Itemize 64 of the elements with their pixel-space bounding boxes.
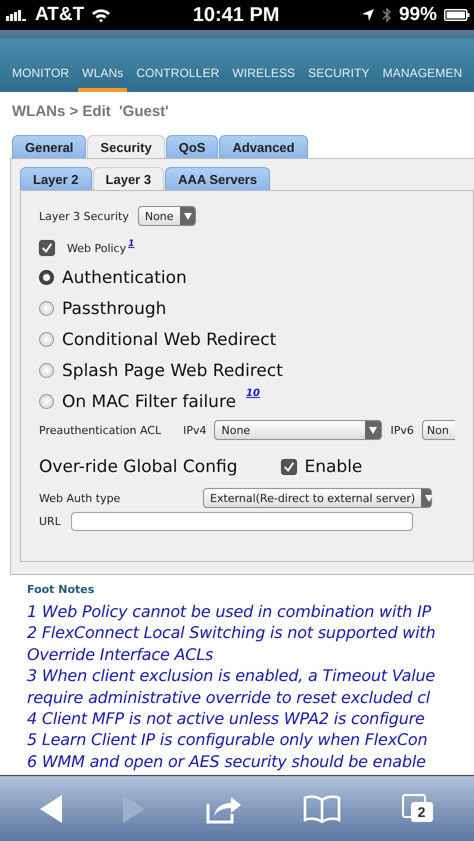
nav-tab[interactable]: CONTROLLER <box>132 66 224 92</box>
footnote-text: Override Interface ACLs <box>27 644 214 666</box>
tab[interactable]: Security <box>87 135 165 158</box>
footnote-text: 6 WMM and open or AES security should be enable <box>27 750 427 772</box>
checkbox-label: Web Policy <box>67 242 126 254</box>
nav-tab[interactable]: WIRELESS <box>228 66 300 92</box>
radio-button[interactable] <box>39 301 54 316</box>
footnote-link[interactable]: 1 <box>128 239 134 249</box>
tab[interactable]: Advanced <box>219 135 308 158</box>
radio-button[interactable] <box>39 363 54 378</box>
section-label: Over-ride Global Config <box>39 457 238 477</box>
signal-icon <box>6 9 28 21</box>
security-dropdown[interactable]: None <box>138 206 196 226</box>
footnote-text: 3 When client exclusion is enabled, a Timeout Value <box>27 665 436 687</box>
radio-button[interactable] <box>39 394 54 409</box>
radio-label: Conditional Web Redirect <box>62 330 276 350</box>
nav-tab[interactable]: SECURITY <box>304 66 374 92</box>
clock-time: 10:41 PM <box>192 4 280 26</box>
footnote-text: 2 FlexConnect Local Switching is not supported with <box>27 622 436 644</box>
location-arrow-icon <box>360 8 375 22</box>
ipv6-dropdown[interactable]: Non <box>422 420 455 440</box>
tab[interactable]: QoS <box>166 135 218 158</box>
ipv4-dropdown[interactable]: None <box>214 420 382 440</box>
page-title: WLANs > Edit 'Guest' <box>12 103 170 122</box>
battery-icon <box>444 9 470 21</box>
footnote-link[interactable]: 10 <box>246 388 260 399</box>
field-label: Layer 3 Security <box>39 210 129 222</box>
field-label: Web Auth type <box>39 492 122 504</box>
wifi-icon <box>91 8 112 22</box>
url-field[interactable] <box>70 512 413 530</box>
tab[interactable]: AAA Servers <box>165 167 270 190</box>
checkbox[interactable] <box>39 240 55 256</box>
radio-button[interactable] <box>39 332 54 347</box>
radio-label: Passthrough <box>62 298 166 318</box>
caret-icon <box>180 207 195 225</box>
radio-label: On MAC Filter failure <box>62 392 236 412</box>
nav-tab[interactable]: MONITOR <box>8 66 74 92</box>
carrier-name: AT&T <box>35 4 84 26</box>
footnote-text: 5 Learn Client IP is configurable only when FlexCon <box>27 729 428 751</box>
caret-icon <box>421 489 431 507</box>
auth-type-dropdown[interactable]: External(Re-direct to external server) <box>203 488 432 508</box>
footnote-text: 4 Client MFP is not active unless WPA2 is configure <box>27 708 426 730</box>
battery-percent: 99% <box>398 4 437 26</box>
bluetooth-icon <box>382 7 392 23</box>
footnote-text: 1 Web Policy cannot be used in combination with IP <box>27 601 432 622</box>
nav-tab[interactable]: WLANs <box>78 66 128 92</box>
back-icon[interactable] <box>40 794 62 822</box>
nav-tab[interactable]: MANAGEMEN <box>378 66 466 92</box>
tab[interactable]: Layer 2 <box>20 167 92 190</box>
book-icon[interactable] <box>302 794 341 822</box>
section-title: Foot Notes <box>27 583 96 596</box>
footnote-text: require administrative override to reset excluded cl <box>27 686 432 708</box>
radio-label: Authentication <box>62 268 187 288</box>
tab[interactable]: Layer 3 <box>92 167 164 190</box>
checkbox[interactable] <box>281 459 298 475</box>
radio-label: Splash Page Web Redirect <box>62 360 283 380</box>
field-label: IPv6 <box>390 424 414 436</box>
field-label: URL <box>39 514 61 528</box>
caret-icon <box>365 421 382 439</box>
radio-button[interactable] <box>39 270 54 285</box>
tab[interactable]: General <box>12 135 86 158</box>
checkbox-label: Enable <box>304 457 362 477</box>
field-label: IPv4 <box>183 424 206 436</box>
field-label: Preauthentication ACL <box>39 424 162 436</box>
